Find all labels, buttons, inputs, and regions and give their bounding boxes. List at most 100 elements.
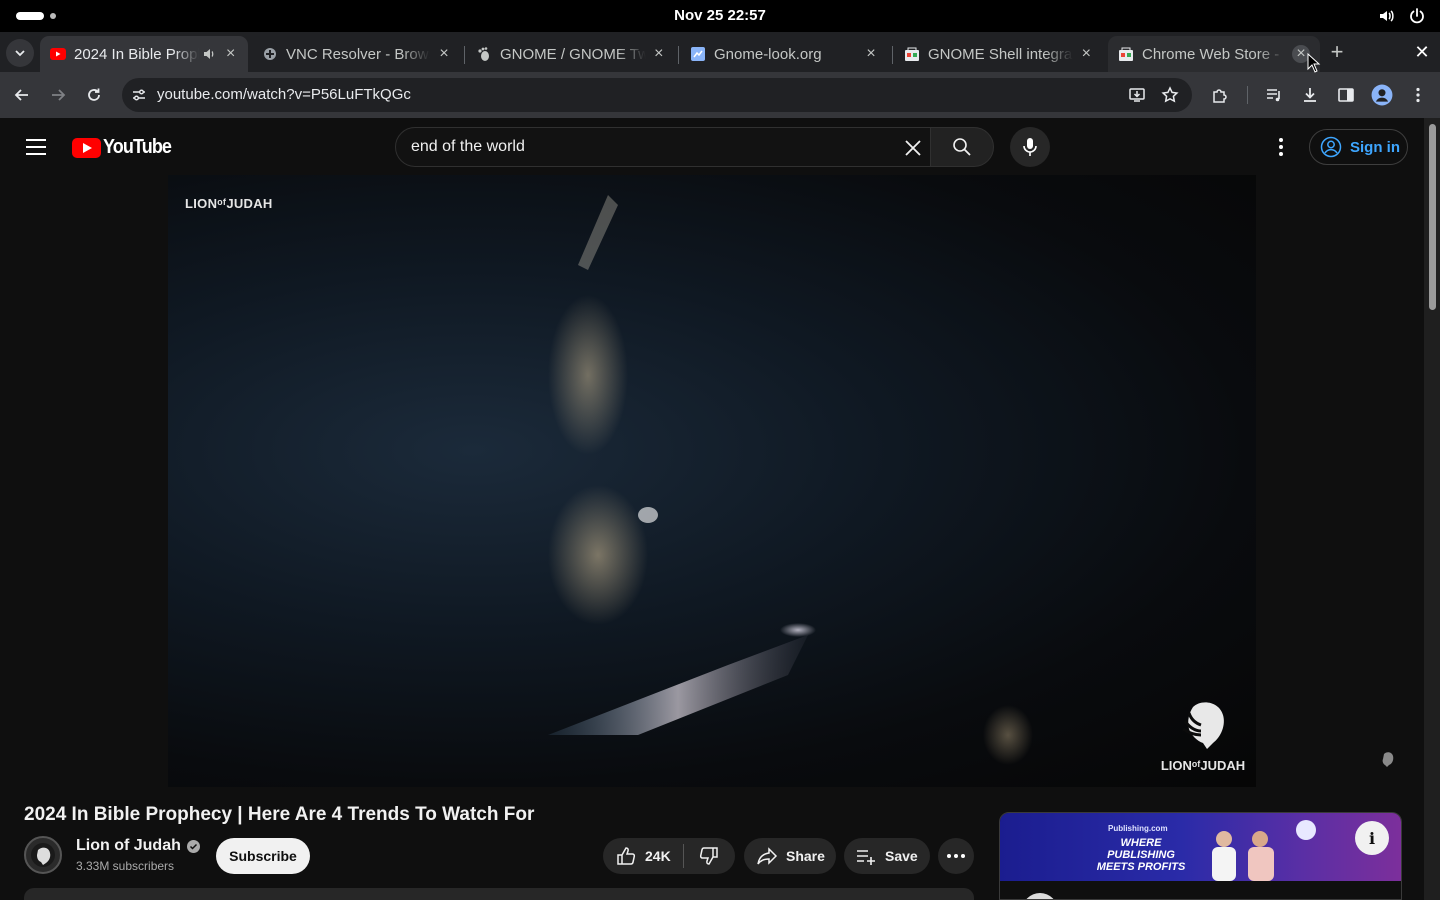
browser-toolbar: youtube.com/watch?v=P56LuFTkQGc — [0, 72, 1440, 118]
sign-in-label: Sign in — [1350, 138, 1400, 156]
tab-title: Chrome Web Store - — [1142, 45, 1280, 63]
profile-avatar-icon — [1371, 84, 1393, 106]
like-button[interactable]: 24K — [603, 845, 683, 867]
video-frame — [548, 195, 1033, 765]
tab-vnc-resolver[interactable]: VNC Resolver - Browser × — [252, 36, 462, 72]
ad-banner-image[interactable]: Publishing.com WHERE PUBLISHING MEETS PR… — [1000, 813, 1401, 881]
side-panel-button[interactable] — [1332, 81, 1360, 109]
ad-headline: WHERE PUBLISHING MEETS PROFITS — [1096, 837, 1186, 873]
tab-title: VNC Resolver - Browser — [286, 45, 430, 63]
dislike-button[interactable] — [684, 845, 734, 867]
arrow-right-icon — [52, 89, 66, 101]
watermark-brand-text: LIONᵒᶠJUDAH — [1160, 758, 1246, 773]
channel-watermark-text: LIONᵒᶠJUDAH — [185, 196, 273, 211]
channel-avatar[interactable] — [24, 836, 62, 874]
tab-close-icon[interactable]: × — [436, 45, 452, 63]
url-text[interactable]: youtube.com/watch?v=P56LuFTkQGc — [157, 86, 411, 103]
microphone-icon — [1023, 138, 1037, 156]
system-tray[interactable] — [1378, 7, 1426, 25]
thumbs-up-icon — [617, 847, 636, 865]
hamburger-bar — [26, 146, 46, 148]
subscribe-button[interactable]: Subscribe — [216, 838, 310, 874]
tab-close-icon[interactable]: × — [1079, 45, 1094, 63]
clear-search-icon[interactable] — [902, 137, 924, 159]
search-input[interactable]: end of the world — [395, 127, 931, 167]
tab-close-icon[interactable]: × — [223, 45, 238, 63]
activities-indicator[interactable] — [16, 12, 56, 20]
youtube-favicon-icon — [50, 46, 66, 62]
window-close-button[interactable]: ✕ — [1410, 40, 1434, 64]
gnome-foot-icon — [476, 46, 492, 62]
tab-close-icon[interactable]: × — [862, 45, 880, 63]
share-label: Share — [786, 848, 825, 864]
channel-name[interactable]: Lion of Judah — [76, 837, 200, 855]
tab-gnome-look[interactable]: Gnome-look.org × — [680, 36, 890, 72]
bookmark-star-icon[interactable] — [1160, 85, 1180, 105]
clock-container: Nov 25 22:57 — [0, 7, 1440, 24]
chrome-menu-button[interactable] — [1404, 81, 1432, 109]
tab-search-button[interactable] — [6, 39, 34, 67]
side-panel-icon — [1338, 88, 1354, 102]
tab-audio-icon[interactable] — [203, 47, 217, 61]
tab-gnome-tweaks[interactable]: GNOME / GNOME Tweaks × — [466, 36, 676, 72]
save-label: Save — [885, 848, 918, 864]
guide-menu-button[interactable] — [20, 134, 52, 160]
share-arrow-icon — [757, 847, 778, 865]
power-icon[interactable] — [1408, 7, 1426, 25]
companion-ad[interactable]: Publishing.com WHERE PUBLISHING MEETS PR… — [999, 812, 1402, 900]
chrome-web-store-favicon-icon — [904, 46, 920, 62]
chevron-down-icon — [15, 50, 25, 57]
youtube-logo[interactable]: YouTube — [72, 136, 179, 159]
subscriber-count: 3.33M subscribers — [76, 859, 175, 873]
download-icon — [1304, 88, 1316, 102]
ad-award-badge-icon — [1296, 820, 1316, 840]
ad-advertiser-avatar[interactable] — [1022, 893, 1058, 899]
description-box[interactable] — [24, 888, 974, 900]
youtube-page: YouTube end of the world Sign in LIONᵒᶠJ… — [0, 118, 1424, 900]
verified-check-icon — [186, 839, 200, 853]
clock[interactable]: Nov 25 22:57 — [674, 7, 766, 24]
tab-close-icon[interactable]: × — [652, 45, 667, 63]
gnome-look-favicon-icon — [690, 46, 706, 62]
channel-name-text[interactable]: Lion of Judah — [76, 837, 181, 855]
search-query-text[interactable]: end of the world — [411, 138, 525, 156]
toolbar-divider — [1247, 86, 1248, 104]
media-controls-button[interactable] — [1260, 81, 1288, 109]
volume-icon[interactable] — [1378, 7, 1396, 25]
downloads-button[interactable] — [1296, 81, 1324, 109]
like-count: 24K — [645, 848, 671, 864]
vnc-favicon-icon — [262, 46, 278, 62]
hamburger-bar — [26, 153, 46, 155]
tab-title: GNOME / GNOME Tweaks — [500, 45, 646, 63]
install-app-icon[interactable] — [1127, 85, 1147, 105]
profile-button[interactable] — [1368, 81, 1396, 109]
ellipsis-icon — [947, 854, 951, 858]
page-scrollbar-thumb[interactable] — [1429, 124, 1436, 310]
tab-youtube[interactable]: 2024 In Bible Prophecy × — [40, 36, 248, 72]
ellipsis-dot — [954, 854, 958, 858]
tab-gnome-shell-integration[interactable]: GNOME Shell integration × — [894, 36, 1104, 72]
youtube-wordmark: YouTube — [103, 136, 172, 158]
back-button[interactable] — [8, 81, 36, 109]
more-actions-button[interactable] — [938, 838, 974, 874]
voice-search-button[interactable] — [1010, 127, 1050, 167]
video-player[interactable]: LIONᵒᶠJUDAH LIONᵒᶠJUDAH — [168, 175, 1256, 787]
new-tab-button[interactable]: + — [1324, 40, 1350, 66]
lion-mini-icon — [1381, 750, 1394, 768]
address-bar[interactable]: youtube.com/watch?v=P56LuFTkQGc — [122, 78, 1192, 112]
share-button[interactable]: Share — [744, 838, 836, 874]
tab-title: GNOME Shell integration — [928, 45, 1073, 63]
tab-title: 2024 In Bible Prophecy — [74, 45, 199, 63]
settings-menu-button[interactable] — [1268, 134, 1294, 160]
forward-button[interactable] — [44, 81, 72, 109]
tab-strip: 2024 In Bible Prophecy × VNC Resolver - … — [0, 32, 1440, 72]
search-button[interactable] — [930, 127, 994, 167]
tab-chrome-web-store[interactable]: Chrome Web Store - × — [1108, 36, 1320, 72]
site-info-icon[interactable] — [128, 84, 150, 106]
sign-in-button[interactable]: Sign in — [1309, 129, 1408, 165]
reload-button[interactable] — [80, 81, 108, 109]
extensions-button[interactable] — [1206, 81, 1234, 109]
music-queue-icon — [1267, 89, 1280, 102]
save-button[interactable]: Save — [844, 838, 930, 874]
ad-info-button[interactable]: i — [1355, 821, 1389, 855]
